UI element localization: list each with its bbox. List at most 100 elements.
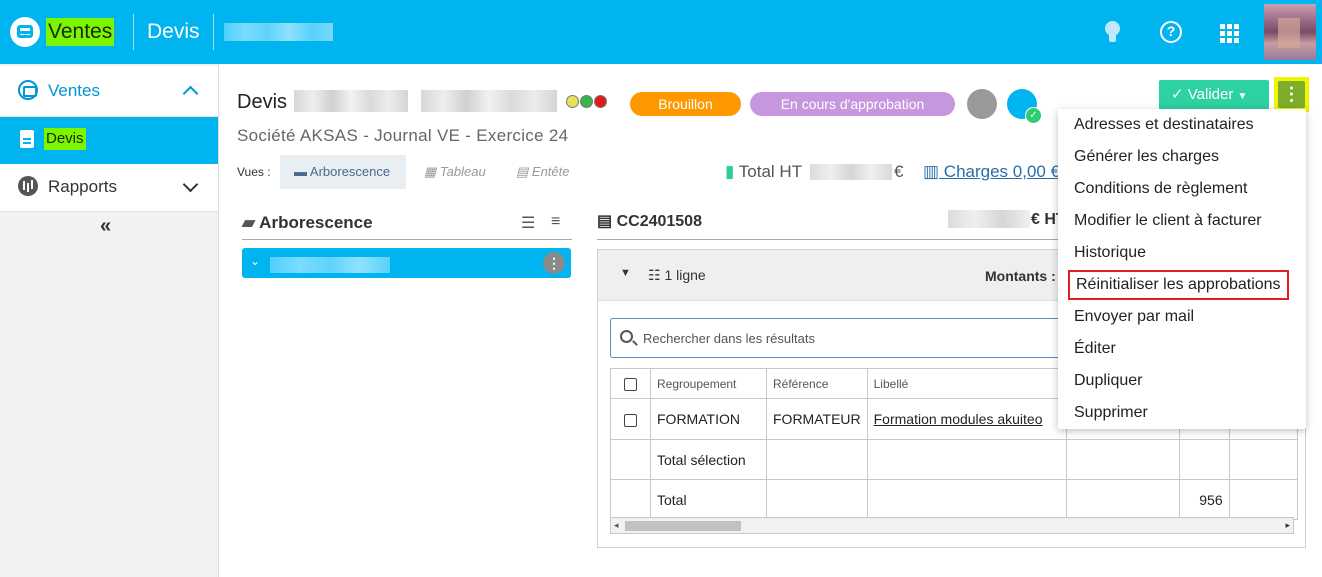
sidebar-item-label: Ventes [48, 81, 100, 100]
menu-item-envoyer-mail[interactable]: Envoyer par mail [1074, 305, 1194, 329]
menu-item-generer-charges[interactable]: Générer les charges [1074, 145, 1219, 169]
row-checkbox[interactable] [624, 413, 637, 427]
briefcase-icon[interactable] [10, 17, 40, 47]
expand-all-icon[interactable]: ☰ [521, 213, 535, 233]
apps-grid-icon[interactable] [1218, 20, 1242, 44]
scroll-right-icon[interactable]: ▸ [1285, 520, 1290, 531]
libelle-link[interactable]: Formation modules akuiteo [874, 411, 1043, 427]
currency-symbol: € [894, 162, 904, 181]
horizontal-scrollbar[interactable]: ◂ ▸ [610, 517, 1294, 534]
redacted-title [294, 90, 408, 112]
page-title: Devis [237, 91, 288, 113]
sidebar-item-label: Devis [44, 128, 86, 150]
kebab-icon[interactable]: ⋮ [543, 252, 565, 274]
charges-label: Charges 0,00 € [943, 162, 1061, 181]
chart-icon [18, 176, 38, 196]
column-header[interactable]: Libellé [866, 368, 1067, 399]
sidebar-item-rapports[interactable]: Rapports [0, 164, 218, 212]
tab-label: Entête [531, 164, 570, 179]
views-label: Vues : [237, 165, 271, 179]
approved-avatar[interactable] [1007, 89, 1042, 124]
row-select-cell[interactable] [610, 398, 651, 440]
tab-arborescence[interactable]: ▬ Arborescence [280, 155, 406, 189]
approver-avatar[interactable] [967, 89, 997, 119]
tree-title: ▰ Arborescence [242, 213, 373, 233]
bar-chart-icon: ▥ [923, 162, 940, 181]
menu-item-supprimer[interactable]: Supprimer [1074, 401, 1148, 425]
charges-link[interactable]: ▥ Charges 0,00 € [923, 162, 1060, 182]
collapse-sidebar-button[interactable]: « [100, 215, 111, 238]
total-ht-label: Total HT [738, 162, 803, 181]
indent-icon[interactable]: ≡ [551, 213, 560, 231]
cell [766, 439, 868, 480]
sidebar-item-devis[interactable]: Devis [0, 117, 218, 164]
select-all-checkbox[interactable] [624, 377, 637, 391]
cell [1065, 439, 1180, 480]
sidebar: Ventes Devis Rapports « [0, 64, 219, 577]
cell [610, 479, 651, 520]
status-badge-approval: En cours d'approbation [750, 92, 955, 116]
cell-regroupement: FORMATION [650, 398, 767, 440]
cell-libelle[interactable]: Formation modules akuiteo [866, 398, 1067, 440]
search-input[interactable] [643, 327, 1043, 349]
menu-item-reinitialiser-approbations[interactable]: Réinitialiser les approbations [1068, 270, 1289, 300]
redacted-title [421, 90, 557, 112]
list-icon: ☷ [648, 267, 661, 283]
redacted-amount [948, 210, 1030, 228]
select-all-cell[interactable] [610, 368, 651, 399]
cell-total: Total [650, 479, 767, 520]
lightbulb-icon[interactable] [1101, 20, 1125, 44]
search-icon [620, 330, 633, 343]
status-badge-draft: Brouillon [630, 92, 741, 116]
document-subtitle: Société AKSAS - Journal VE - Exercice 24 [237, 126, 569, 145]
help-icon[interactable]: ? [1159, 20, 1183, 44]
cell [766, 479, 868, 520]
montants-label: Montants : [985, 268, 1056, 284]
actions-menu: Adresses et destinataires Générer les ch… [1058, 109, 1306, 429]
column-header[interactable]: Regroupement [650, 368, 767, 399]
column-header[interactable]: Référence [766, 368, 868, 399]
cell-reference: FORMATEUR [766, 398, 868, 440]
menu-item-adresses[interactable]: Adresses et destinataires [1074, 113, 1254, 137]
menu-item-historique[interactable]: Historique [1074, 241, 1146, 265]
table-row-total: Total 956 [610, 479, 1298, 520]
divider [242, 239, 572, 240]
divider [213, 14, 214, 50]
redacted-node-label [270, 257, 390, 273]
tree-node[interactable]: ⌄ ⋮ [242, 248, 571, 278]
menu-item-conditions-reglement[interactable]: Conditions de règlement [1074, 177, 1247, 201]
status-dot-red [594, 95, 607, 108]
table-row-total-selection: Total sélection [610, 439, 1298, 480]
kebab-icon: ⋮ [1278, 81, 1305, 108]
chevron-down-icon[interactable]: ⌄ [250, 254, 260, 268]
app-name[interactable]: Ventes [46, 18, 115, 46]
scrollbar-thumb[interactable] [625, 521, 741, 531]
redacted-breadcrumb [224, 23, 333, 41]
avatar[interactable] [1264, 4, 1316, 60]
briefcase-icon [18, 80, 38, 100]
cell [1065, 479, 1180, 520]
tab-entete[interactable]: ▤ Entête [516, 155, 570, 189]
tree-title-label: Arborescence [259, 213, 373, 232]
status-lights [566, 95, 608, 113]
sidebar-item-ventes[interactable]: Ventes [0, 66, 218, 117]
cell [866, 479, 1067, 520]
validate-button[interactable]: ✓ Valider ▼ [1159, 80, 1269, 110]
cell-total-selection: Total sélection [650, 439, 767, 480]
menu-item-dupliquer[interactable]: Dupliquer [1074, 369, 1142, 393]
more-actions-button[interactable]: ⋮ [1274, 77, 1309, 112]
validate-label: Valider [1187, 86, 1234, 103]
caret-down-icon[interactable]: ▼ [620, 267, 631, 279]
menu-item-modifier-client[interactable]: Modifier le client à facturer [1074, 209, 1262, 233]
tab-tableau[interactable]: ▦ Tableau [424, 155, 486, 189]
document-icon [20, 130, 34, 148]
top-bar: Ventes Devis ? [0, 0, 1322, 64]
divider [133, 14, 134, 50]
document-code-label: CC2401508 [616, 213, 702, 230]
menu-item-editer[interactable]: Éditer [1074, 337, 1116, 361]
cell [1228, 479, 1298, 520]
scroll-left-icon[interactable]: ◂ [614, 520, 619, 531]
cell [1228, 439, 1298, 480]
module-name[interactable]: Devis [147, 19, 200, 45]
redacted-amount [810, 164, 892, 180]
